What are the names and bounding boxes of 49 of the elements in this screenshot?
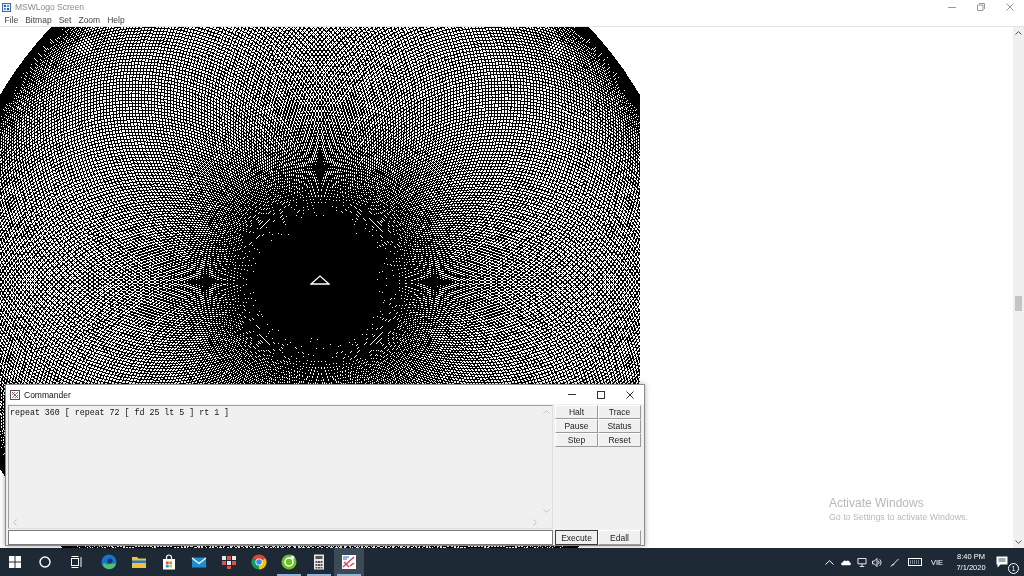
scroll-down-icon[interactable] — [1015, 540, 1022, 544]
command-button[interactable]: Step — [555, 433, 598, 447]
close-icon — [625, 390, 634, 399]
monitor-icon — [856, 557, 867, 567]
restore-icon — [976, 3, 985, 11]
turtle-icon — [310, 275, 330, 285]
app-icon — [10, 389, 20, 400]
command-button[interactable]: Edall — [598, 530, 641, 545]
scroll-up-icon[interactable] — [1015, 31, 1022, 35]
command-input[interactable] — [8, 530, 553, 545]
swirl-icon — [101, 554, 117, 570]
search-icon — [39, 556, 51, 568]
maximize-icon — [596, 390, 605, 399]
window-title: MSWLogo Screen — [15, 2, 84, 12]
shopping-bag-icon — [161, 554, 177, 570]
minimize-icon — [567, 394, 576, 395]
start-icon — [9, 556, 21, 568]
folder-icon — [131, 554, 147, 570]
minimize-icon — [947, 6, 956, 8]
activation-message: Go to Settings to activate Windows. — [829, 512, 968, 523]
menu-item[interactable]: Bitmap — [21, 14, 56, 26]
activation-title: Activate Windows — [829, 496, 925, 511]
command-button[interactable]: Pause — [555, 419, 598, 433]
history-line[interactable]: repeat 360 [ repeat 72 [ fd 25 lt 5 ] rt 1 ] — [10, 408, 230, 418]
notification-icon — [996, 556, 1008, 568]
command-button[interactable]: Halt — [555, 405, 598, 419]
tiles-icon — [221, 554, 237, 570]
menu-item[interactable]: Help — [103, 14, 129, 26]
menu-item[interactable]: File — [1, 14, 22, 26]
disc-logo-icon — [281, 554, 297, 570]
keyboard-icon — [908, 558, 922, 566]
command-button[interactable]: Execute — [555, 530, 598, 545]
command-button[interactable]: Status — [598, 419, 641, 433]
task-view-icon — [71, 556, 83, 568]
command-button[interactable]: Reset — [598, 433, 641, 447]
calculator-icon — [311, 554, 327, 570]
command-button[interactable]: Trace — [598, 405, 641, 419]
close-icon — [1005, 3, 1014, 11]
pen-icon — [890, 557, 900, 567]
taskbar-app-button[interactable] — [334, 548, 364, 576]
scrollbar-thumb[interactable] — [1015, 296, 1022, 311]
sketch-icon — [341, 554, 357, 570]
menu-item[interactable]: Zoom — [74, 14, 104, 26]
menu-item[interactable]: Set — [55, 14, 75, 26]
speaker-icon — [872, 557, 882, 567]
ring-logo-icon — [251, 554, 267, 570]
vertical-scrollbar[interactable] — [1013, 27, 1024, 548]
caret-icon — [824, 559, 834, 565]
window-title: Commander — [24, 389, 71, 400]
